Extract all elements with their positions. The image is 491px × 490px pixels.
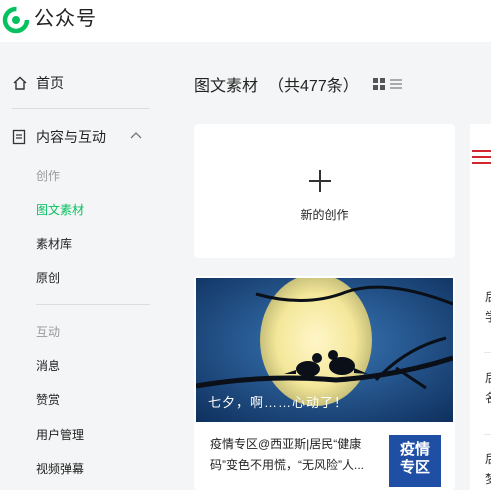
sidebar-item-messages[interactable]: 消息	[36, 358, 60, 374]
page-title: 图文素材	[194, 78, 259, 95]
cover-stripe	[472, 162, 491, 164]
sidebar-item-danmaku[interactable]: 视频弹幕	[36, 461, 84, 477]
brand-name[interactable]: 公众号	[34, 5, 97, 33]
page-header: 图文素材 （共477条）	[194, 72, 402, 96]
sidebar-caption-interaction: 互动	[36, 325, 61, 339]
sidebar-caption-create: 创作	[36, 169, 61, 183]
sidebar-item-users[interactable]: 用户管理	[36, 427, 84, 443]
home-icon	[13, 76, 27, 90]
sidebar-item-label: 首页	[36, 75, 64, 91]
side-text: 名	[485, 389, 491, 406]
top-bar: 公众号	[0, 0, 491, 42]
sidebar: 首页 内容与互动 创作 图文素材 素材库 原创 互动 消息 赞赏 用户管理 视频…	[0, 42, 166, 490]
grid-view-icon[interactable]	[372, 78, 385, 90]
side-text: 后	[485, 288, 491, 305]
article-description: 疫情专区@西亚斯|居民“健康码”变色不用慌，“无风险”人...	[210, 437, 364, 472]
divider	[484, 434, 491, 435]
divider	[484, 352, 491, 353]
new-creation-card[interactable]: 新的创作	[194, 124, 455, 258]
divider	[36, 304, 150, 305]
wechat-official-logo-icon[interactable]	[2, 6, 30, 34]
sidebar-item-library[interactable]: 素材库	[36, 236, 72, 252]
sidebar-item-home[interactable]: 首页	[12, 72, 64, 94]
side-text: 学	[485, 308, 491, 325]
thumb-text-line1: 疫情	[399, 441, 430, 458]
article-thumbnail: 疫情 专区	[389, 435, 441, 487]
sidebar-item-rewards[interactable]: 赞赏	[36, 392, 60, 408]
plus-icon	[309, 170, 331, 192]
divider	[12, 108, 150, 109]
new-creation-label: 新的创作	[300, 208, 349, 222]
sidebar-item-articles[interactable]: 图文素材	[36, 202, 84, 218]
chevron-up-icon[interactable]	[130, 131, 142, 139]
document-icon	[12, 129, 26, 145]
thumb-text-line2: 专区	[399, 459, 430, 476]
side-text: 梦	[485, 470, 491, 487]
article-card-partial[interactable]: 后 学 后 名 后 梦	[470, 124, 491, 490]
article-cover-title: 七夕，啊……心动了！	[208, 395, 349, 410]
sidebar-section-content[interactable]: 内容与互动	[12, 126, 148, 148]
list-view-icon[interactable]	[389, 79, 402, 89]
side-text: 后	[485, 369, 491, 386]
article-card[interactable]: 七夕，啊……心动了！ 疫情专区@西亚斯|居民“健康码”变色不用慌，“无风险”人.…	[194, 276, 455, 490]
cover-stripe	[472, 150, 491, 152]
item-count: （共477条）	[268, 78, 359, 95]
side-text: 后	[485, 450, 491, 467]
sidebar-section-label: 内容与互动	[36, 129, 106, 145]
sidebar-item-original[interactable]: 原创	[36, 270, 60, 286]
cover-stripe	[472, 156, 491, 158]
